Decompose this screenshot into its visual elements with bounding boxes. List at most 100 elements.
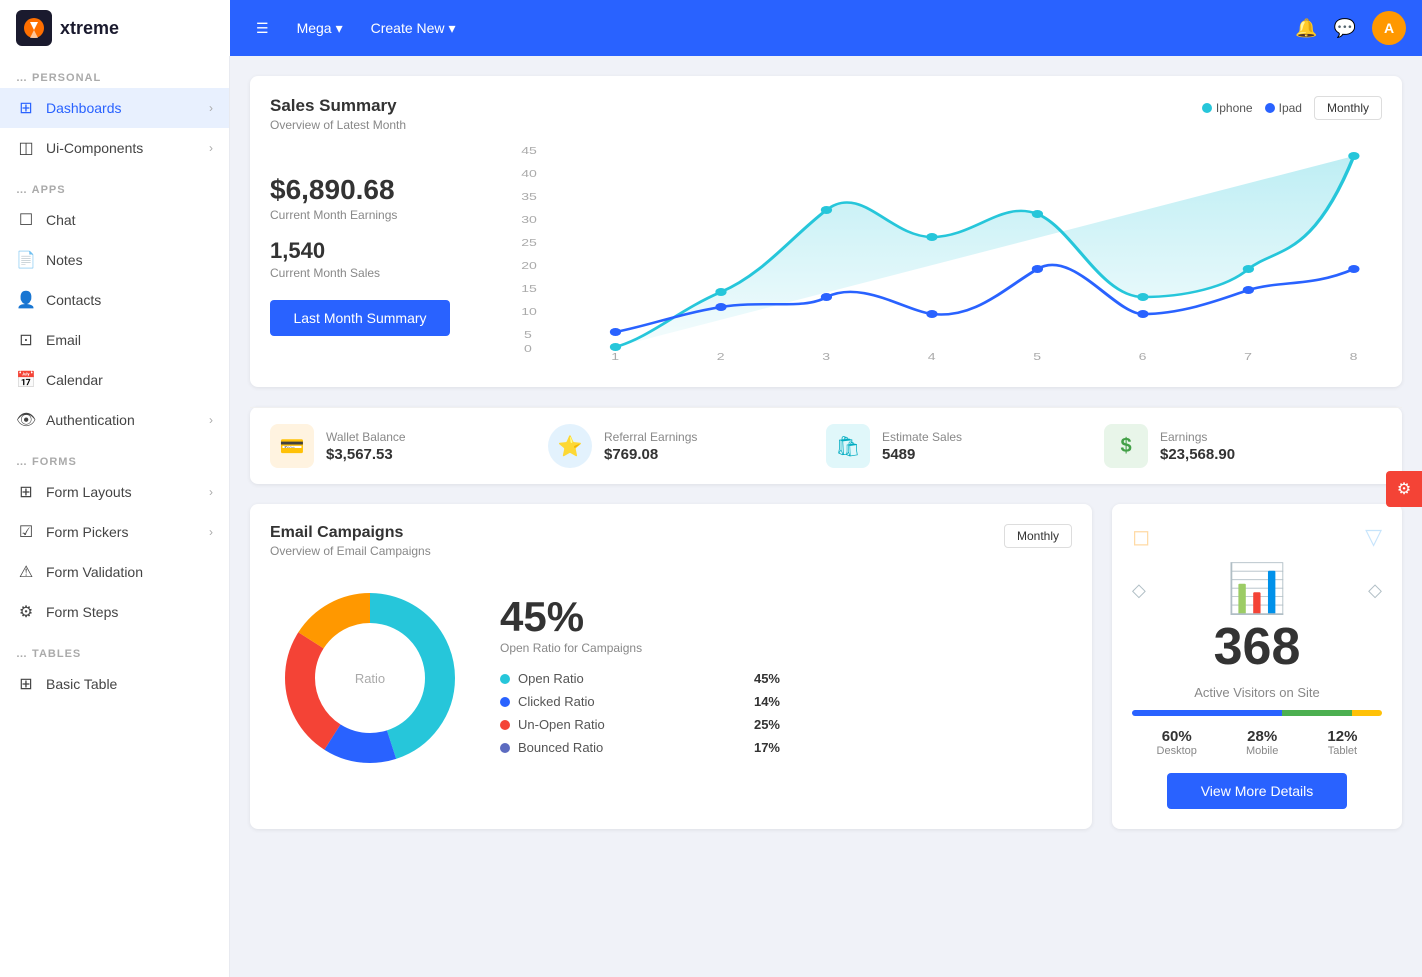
create-new-button[interactable]: Create New ▾ [361, 14, 466, 43]
view-more-button[interactable]: View More Details [1167, 773, 1347, 809]
main-content: Sales Summary Overview of Latest Month I… [230, 56, 1422, 977]
calendar-icon: 📅 [16, 370, 36, 390]
sidebar-item-dashboards[interactable]: ⊞ Dashboards › [0, 88, 229, 128]
sidebar-item-contacts[interactable]: 👤 Contacts [0, 280, 229, 320]
mobile-progress [1282, 710, 1352, 716]
svg-text:40: 40 [521, 168, 537, 179]
ratio-row-open: Open Ratio 45% [500, 671, 780, 686]
bounced-ratio-pct: 17% [754, 740, 780, 755]
sales-title: Sales Summary [270, 96, 406, 116]
desktop-pct: 60% [1157, 728, 1197, 745]
stat-value: $3,567.53 [326, 446, 406, 463]
desktop-progress [1132, 710, 1282, 716]
sidebar-item-label: Calendar [46, 372, 103, 388]
last-month-button[interactable]: Last Month Summary [270, 300, 450, 336]
tablet-breakdown: 12% Tablet [1327, 728, 1357, 757]
stat-info: Earnings $23,568.90 [1160, 430, 1235, 463]
notes-icon: 📄 [16, 250, 36, 270]
referral-icon-box: ⭐ [548, 424, 592, 468]
stat-wallet: 💳 Wallet Balance $3,567.53 [270, 424, 548, 468]
sidebar-item-chat[interactable]: ☐ Chat [0, 200, 229, 240]
mega-menu-button[interactable]: Mega ▾ [287, 14, 353, 43]
legend-iphone: Iphone [1202, 101, 1253, 115]
desktop-label: Desktop [1157, 745, 1197, 757]
wallet-icon: 💳 [280, 434, 305, 459]
mobile-breakdown: 28% Mobile [1246, 728, 1278, 757]
chat-sidebar-icon: ☐ [16, 210, 36, 230]
chevron-right-icon: › [209, 141, 213, 155]
stat-label: Referral Earnings [604, 430, 697, 444]
sales-summary-header: Sales Summary Overview of Latest Month I… [270, 96, 1382, 132]
ipad-legend-dot [1265, 103, 1275, 113]
ratio-row-bounced: Bounced Ratio 17% [500, 740, 780, 755]
visitors-breakdown: 60% Desktop 28% Mobile 12% Tablet [1132, 728, 1382, 757]
open-ratio-pct: 45% [754, 671, 780, 686]
sidebar-item-authentication[interactable]: 👁 Authentication › [0, 400, 229, 440]
svg-text:3: 3 [822, 351, 830, 362]
hamburger-button[interactable]: ☰ [246, 14, 279, 43]
sidebar-item-email[interactable]: ⊡ Email [0, 320, 229, 360]
stat-info: Estimate Sales 5489 [882, 430, 962, 463]
authentication-icon: 👁 [16, 410, 36, 430]
unopen-ratio-dot [500, 720, 510, 730]
email-campaigns-card: Email Campaigns Overview of Email Campai… [250, 504, 1092, 829]
sidebar-item-notes[interactable]: 📄 Notes [0, 240, 229, 280]
sidebar-item-form-layouts[interactable]: ⊞ Form Layouts › [0, 472, 229, 512]
stat-value: 5489 [882, 446, 962, 463]
notification-icon[interactable]: 🔔 [1295, 18, 1317, 39]
svg-text:10: 10 [521, 306, 537, 317]
sidebar-item-form-validation[interactable]: ⚠ Form Validation [0, 552, 229, 592]
legend-ipad: Ipad [1265, 101, 1302, 115]
navbar: xtreme ☰ Mega ▾ Create New ▾ 🔔 💬 A [0, 0, 1422, 56]
sidebar-item-basic-table[interactable]: ⊞ Basic Table [0, 664, 229, 704]
svg-text:1: 1 [611, 351, 619, 362]
chevron-right-icon: › [209, 101, 213, 115]
sidebar-item-calendar[interactable]: 📅 Calendar [0, 360, 229, 400]
layout: … PERSONAL ⊞ Dashboards › ◫ Ui-Component… [0, 56, 1422, 977]
email-campaigns-header: Email Campaigns Overview of Email Campai… [250, 504, 1092, 568]
sidebar-item-label: Ui-Components [46, 140, 143, 156]
svg-text:5: 5 [524, 329, 532, 340]
visitors-card: ◻ ▽ ◇ 📊 368 ◇ Active Visitors on Site [1112, 504, 1402, 829]
personal-section-label: … PERSONAL [0, 56, 229, 88]
tables-section-label: … TABLES [0, 632, 229, 664]
sidebar-item-ui-components[interactable]: ◫ Ui-Components › [0, 128, 229, 168]
svg-text:20: 20 [521, 260, 537, 271]
sales-body: $6,890.68 Current Month Earnings 1,540 C… [270, 142, 1382, 367]
sales-count: 1,540 [270, 238, 490, 264]
svg-text:45: 45 [521, 145, 537, 156]
form-validation-icon: ⚠ [16, 562, 36, 582]
stat-label: Wallet Balance [326, 430, 406, 444]
svg-text:25: 25 [521, 237, 537, 248]
chevron-right-icon: › [209, 413, 213, 427]
visitors-inner: ◻ ▽ ◇ 📊 368 ◇ Active Visitors on Site [1112, 504, 1402, 829]
bottom-row: Email Campaigns Overview of Email Campai… [250, 504, 1402, 829]
clicked-ratio-dot [500, 697, 510, 707]
sidebar-item-form-pickers[interactable]: ☑ Form Pickers › [0, 512, 229, 552]
sales-chart: 45 40 35 30 25 20 15 10 5 0 1 2 3 [510, 142, 1382, 367]
monthly-button[interactable]: Monthly [1314, 96, 1382, 120]
settings-gear-button[interactable]: ⚙ [1386, 471, 1422, 507]
visitors-center: 📊 368 [1214, 560, 1301, 677]
svg-text:30: 30 [521, 214, 537, 225]
tablet-pct: 12% [1327, 728, 1357, 745]
ec-subtitle: Overview of Email Campaigns [270, 544, 431, 558]
iphone-legend-dot [1202, 103, 1212, 113]
stat-referral: ⭐ Referral Earnings $769.08 [548, 424, 826, 468]
ratio-row-unopen: Un-Open Ratio 25% [500, 717, 780, 732]
ec-monthly-button[interactable]: Monthly [1004, 524, 1072, 548]
diamond-decorative-icon: ◇ [1132, 580, 1146, 601]
sidebar-item-label: Form Steps [46, 604, 118, 620]
ratio-row-clicked: Clicked Ratio 14% [500, 694, 780, 709]
mobile-pct: 28% [1246, 728, 1278, 745]
bounced-ratio-dot [500, 743, 510, 753]
earnings-label: Current Month Earnings [270, 208, 490, 222]
unopen-ratio-pct: 25% [754, 717, 780, 732]
shopping-icon: 🛍 [835, 434, 860, 459]
stat-value: $23,568.90 [1160, 446, 1235, 463]
ec-title-group: Email Campaigns Overview of Email Campai… [270, 524, 431, 558]
user-avatar[interactable]: A [1372, 11, 1406, 45]
chat-icon[interactable]: 💬 [1334, 18, 1356, 39]
sidebar-item-form-steps[interactable]: ⚙ Form Steps [0, 592, 229, 632]
sales-summary-card: Sales Summary Overview of Latest Month I… [250, 76, 1402, 387]
